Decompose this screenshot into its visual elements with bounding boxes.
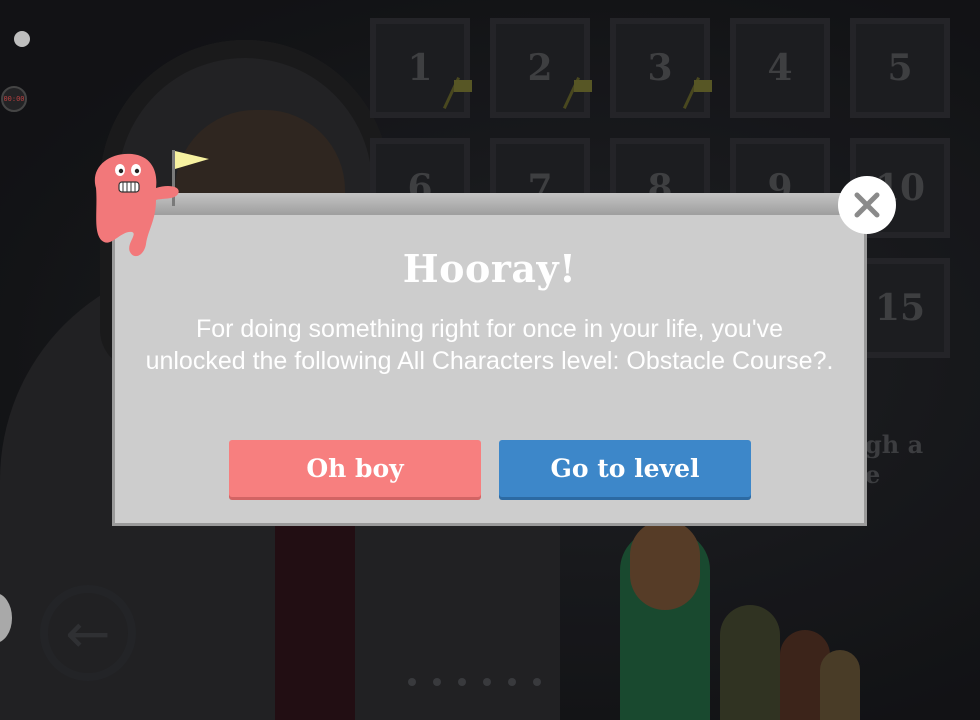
dialog-title: Hooray! [402,246,577,291]
oh-boy-button[interactable]: Oh boy [229,440,481,497]
dialog-message: For doing something right for once in yo… [145,315,834,375]
go-to-level-button[interactable]: Go to level [499,440,751,497]
unlock-dialog: Hooray! For doing something right for on… [112,193,867,526]
close-icon [854,192,880,218]
mascot-icon [94,150,209,257]
dialog-header-bar [112,193,867,215]
close-button[interactable] [838,176,896,234]
